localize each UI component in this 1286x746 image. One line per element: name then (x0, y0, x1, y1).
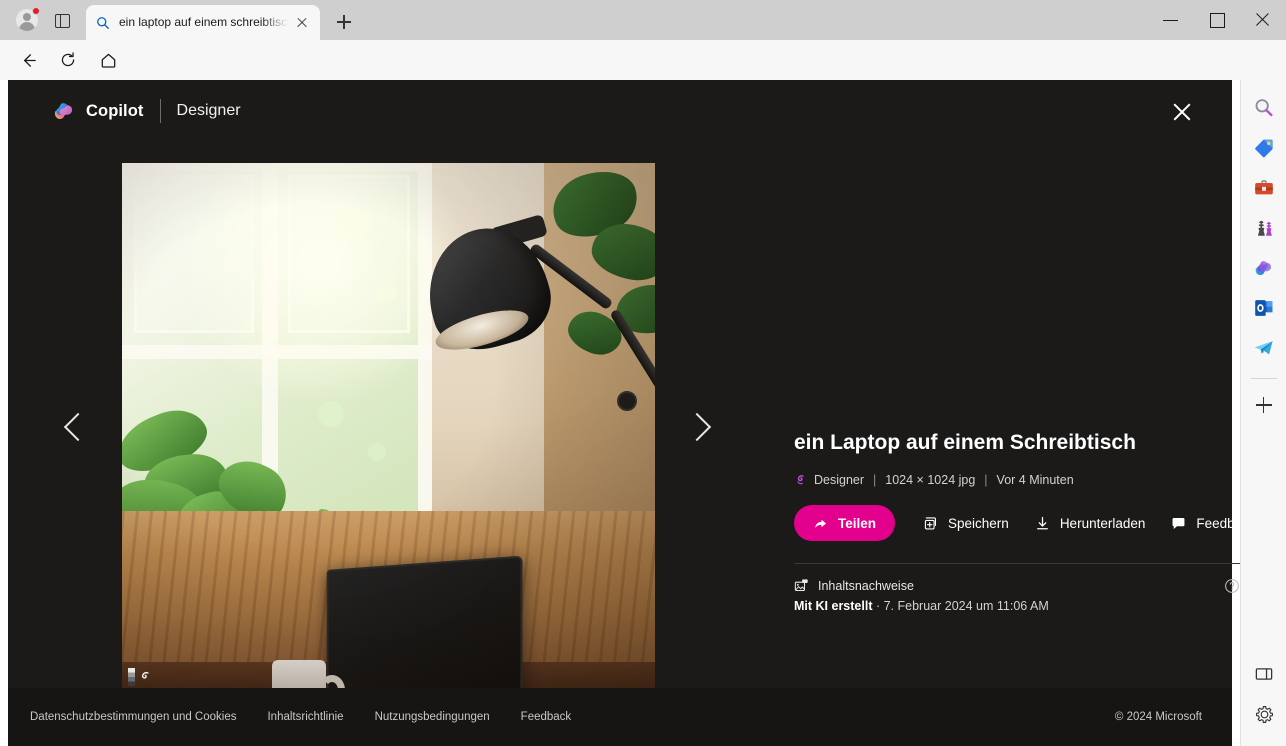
credentials-heading-row: Inhaltsnachweise (794, 578, 1240, 593)
image-actions: Teilen Speichern Herunterladen Feedba (794, 505, 1240, 541)
chevron-right-icon (682, 412, 712, 442)
refresh-icon (61, 52, 75, 67)
designer-watermark-icon (128, 666, 154, 690)
download-label: Herunterladen (1059, 515, 1146, 531)
shopping-tag-icon (1254, 139, 1273, 158)
save-button[interactable]: Speichern (913, 505, 1018, 541)
sidebar-item-telegram[interactable] (1248, 332, 1280, 364)
browser-tab[interactable]: ein laptop auf einem schreibtisch (86, 5, 320, 40)
sidebar-item-shopping[interactable] (1248, 132, 1280, 164)
brand-separator (159, 99, 161, 123)
new-tab-button[interactable] (330, 9, 358, 35)
minimize-button[interactable] (1148, 0, 1194, 40)
image-artwork (122, 163, 655, 696)
home-button[interactable] (92, 44, 124, 76)
image-title: ein Laptop auf einem Schreibtisch (794, 431, 1136, 454)
credentials-detail: Mit KI erstellt · 7. Februar 2024 um 11:… (794, 599, 1240, 613)
sidebar-item-settings[interactable] (1248, 698, 1280, 730)
overlay-header: Copilot Designer (8, 80, 1232, 142)
chevron-left-icon (63, 412, 93, 442)
avatar (16, 7, 40, 31)
split-pane-icon (1255, 668, 1273, 680)
search-icon (1255, 99, 1273, 117)
feedback-button[interactable]: Feedback (1161, 505, 1240, 541)
metadata-source: Designer (814, 473, 865, 487)
image-stage (63, 163, 712, 696)
comment-icon (1172, 517, 1185, 529)
metadata-dimensions: 1024 × 1024 jpg (885, 473, 976, 487)
tab-close-button[interactable] (292, 13, 312, 33)
next-image-button[interactable] (673, 401, 729, 457)
window-controls (1148, 0, 1286, 40)
avatar-notification-dot (32, 7, 40, 15)
save-collection-icon (924, 516, 936, 529)
footer-link-privacy[interactable]: Datenschutzbestimmungen und Cookies (30, 711, 236, 723)
brand-subtitle: Designer (176, 102, 241, 119)
footer-link-terms[interactable]: Nutzungsbedingungen (375, 711, 490, 723)
credentials-date: · 7. Februar 2024 um 11:06 AM (872, 599, 1049, 613)
refresh-button[interactable] (52, 44, 84, 76)
metadata-separator-2: | (984, 473, 988, 487)
credentials-heading: Inhaltsnachweise (818, 578, 914, 593)
sidebar-item-search[interactable] (1248, 92, 1280, 124)
sidebar-item-pane-toggle[interactable] (1248, 658, 1280, 690)
content-credentials-icon (794, 579, 808, 592)
generated-image[interactable] (122, 163, 655, 696)
footer-copyright: © 2024 Microsoft (1114, 711, 1202, 723)
download-icon (1036, 516, 1048, 529)
metadata-time: Vor 4 Minuten (996, 473, 1074, 487)
home-icon (101, 53, 115, 68)
back-button[interactable] (12, 44, 44, 76)
page-content: Copilot Designer ein Laptop auf einem Sc… (0, 80, 1240, 746)
copilot-logo-icon (54, 103, 73, 120)
sidebar-add-button[interactable] (1248, 389, 1280, 421)
image-metadata: Designer | 1024 × 1024 jpg | Vor 4 Minut… (794, 473, 1074, 487)
previous-image-button[interactable] (48, 401, 104, 457)
brand: Copilot Designer (52, 96, 241, 126)
gear-icon (1255, 705, 1273, 723)
close-window-button[interactable] (1240, 0, 1286, 40)
save-label: Speichern (948, 515, 1009, 531)
profile-button[interactable] (8, 6, 46, 34)
share-label: Teilen (838, 515, 877, 531)
sidebar-item-microsoft-365[interactable] (1248, 252, 1280, 284)
vertical-tabs-icon (54, 14, 70, 28)
share-icon (815, 519, 827, 528)
sidebar-item-outlook[interactable] (1248, 292, 1280, 324)
metadata-separator-1: | (873, 473, 877, 487)
maximize-button[interactable] (1194, 0, 1240, 40)
share-button[interactable]: Teilen (794, 505, 896, 541)
sidebar-item-games[interactable] (1248, 212, 1280, 244)
tools-icon (1254, 180, 1273, 195)
browser-window: ein laptop auf einem schreibtisch Copilo… (0, 0, 1286, 746)
footer-link-content-policy[interactable]: Inhaltsrichtlinie (267, 711, 343, 723)
outlook-icon (1254, 300, 1272, 316)
tab-title: ein laptop auf einem schreibtisch (119, 15, 292, 29)
download-button[interactable]: Herunterladen (1025, 505, 1155, 541)
designer-overlay: Copilot Designer ein Laptop auf einem Sc… (8, 80, 1240, 746)
brand-name: Copilot (86, 101, 144, 120)
title-bar: ein laptop auf einem schreibtisch (0, 0, 1286, 40)
footer-link-feedback[interactable]: Feedback (521, 711, 572, 723)
help-circle-icon[interactable] (1224, 578, 1240, 594)
tab-actions-button[interactable] (48, 8, 76, 34)
search-icon (97, 16, 109, 29)
credentials-emphasis: Mit KI erstellt (794, 599, 873, 613)
sidebar-bottom-actions (1241, 658, 1286, 738)
designer-badge-icon (797, 474, 804, 484)
microsoft-365-icon (1255, 261, 1271, 276)
overlay-footer: Datenschutzbestimmungen und Cookies Inha… (8, 688, 1232, 746)
sidebar-item-tools[interactable] (1248, 172, 1280, 204)
telegram-icon (1254, 341, 1273, 355)
sidebar-divider (1250, 378, 1277, 379)
games-icon (1257, 220, 1272, 236)
edge-sidebar (1240, 80, 1286, 746)
overlay-close-button[interactable] (1164, 94, 1200, 130)
image-details-panel: ein Laptop auf einem Schreibtisch Design… (794, 163, 1240, 696)
content-credentials: Inhaltsnachweise Mit KI erstellt · 7. Fe… (794, 563, 1240, 613)
feedback-label: Feedback (1196, 515, 1240, 531)
back-arrow-icon (23, 53, 36, 67)
browser-toolbar: https://www.bing.com/images/create/ein-l… (0, 40, 1286, 116)
